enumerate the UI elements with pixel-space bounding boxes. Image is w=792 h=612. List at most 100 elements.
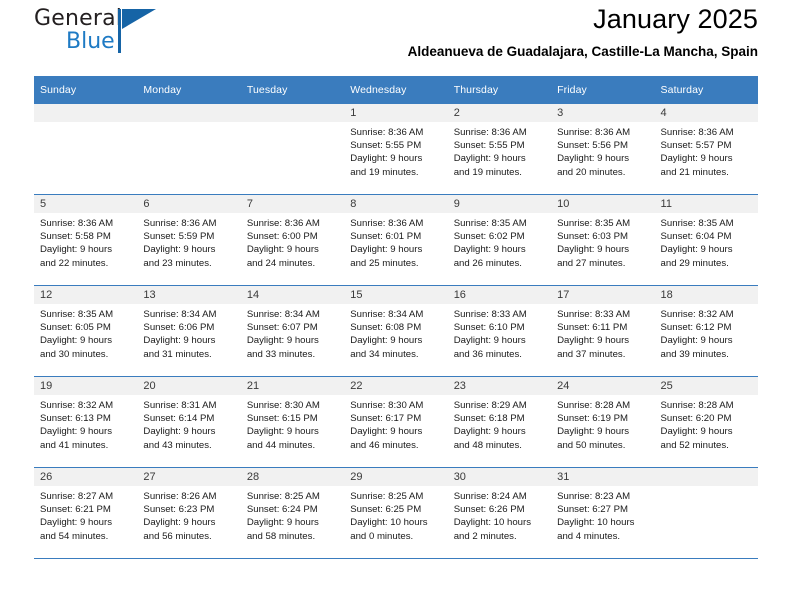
calendar-week-row: 1 Sunrise: 8:36 AM Sunset: 5:55 PM Daylight… — [34, 104, 758, 195]
day-details: Sunrise: 8:36 AM Sunset: 5:58 PM Daylight:… — [34, 213, 137, 270]
daylight-text-line2: and 19 minutes. — [453, 166, 522, 178]
calendar-day-cell[interactable]: 2 Sunrise: 8:36 AM Sunset: 5:55 PM Daylight… — [447, 104, 552, 195]
daylight-text-line1: Daylight: 9 hours — [143, 426, 216, 438]
calendar-day-cell[interactable]: 12 Sunrise: 8:35 AM Sunset: 6:05 PM Dayligh… — [34, 285, 138, 377]
sunrise-text: Sunrise: 8:36 AM — [660, 127, 734, 138]
daylight-text-line1: Daylight: 9 hours — [660, 153, 733, 165]
daylight-text-line1: Daylight: 9 hours — [246, 517, 319, 529]
page-title: January 2025 — [593, 4, 758, 34]
sunset-text: Sunset: 6:27 PM — [557, 504, 629, 516]
day-number: 7 — [240, 195, 345, 213]
day-number: 26 — [34, 468, 138, 486]
sunset-text: Sunset: 6:18 PM — [453, 413, 525, 425]
sunrise-text: Sunrise: 8:36 AM — [143, 218, 217, 229]
day-number: 25 — [654, 377, 758, 395]
sunset-text: Sunset: 6:23 PM — [143, 504, 215, 516]
calendar-day-cell[interactable]: 6 Sunrise: 8:36 AM Sunset: 5:59 PM Daylight… — [137, 194, 241, 286]
daylight-text-line2: and 23 minutes. — [143, 257, 212, 269]
day-details: Sunrise: 8:35 AM Sunset: 6:05 PM Daylight:… — [34, 304, 137, 361]
calendar-day-cell[interactable]: 30 Sunrise: 8:24 AM Sunset: 6:26 PM Dayligh… — [447, 467, 552, 559]
calendar-day-cell[interactable]: 4 Sunrise: 8:36 AM Sunset: 5:57 PM Daylight… — [654, 104, 758, 195]
calendar-day-cell[interactable]: 20 Sunrise: 8:31 AM Sunset: 6:14 PM Dayligh… — [137, 376, 241, 468]
triangle-flag-icon — [122, 9, 156, 29]
daylight-text-line1: Daylight: 9 hours — [40, 335, 112, 347]
sunset-text: Sunset: 6:11 PM — [557, 322, 628, 334]
day-number — [137, 104, 241, 122]
weekday-header-sunday: Sunday — [34, 76, 138, 104]
daylight-text-line2: and 24 minutes. — [246, 257, 316, 269]
sunset-text: Sunset: 6:26 PM — [453, 504, 525, 516]
calendar-day-cell[interactable]: 5 Sunrise: 8:36 AM Sunset: 5:58 PM Daylight… — [34, 194, 138, 286]
general-blue-logo[interactable]: General Blue — [34, 8, 164, 60]
day-number: 22 — [344, 377, 448, 395]
calendar-day-cell[interactable]: 23 Sunrise: 8:29 AM Sunset: 6:18 PM Dayligh… — [447, 376, 552, 468]
day-details: Sunrise: 8:32 AM Sunset: 6:12 PM Daylight:… — [655, 304, 758, 361]
day-number — [240, 104, 345, 122]
sunrise-text: Sunrise: 8:33 AM — [557, 309, 631, 320]
day-details: Sunrise: 8:36 AM Sunset: 5:55 PM Daylight:… — [344, 122, 447, 179]
title-block: January 2025 Aldeanueva de Guadalajara, … — [408, 0, 758, 62]
sunrise-text: Sunrise: 8:35 AM — [660, 218, 734, 229]
calendar-day-cell[interactable]: 3 Sunrise: 8:36 AM Sunset: 5:56 PM Daylight… — [551, 104, 655, 195]
day-details: Sunrise: 8:36 AM Sunset: 5:59 PM Daylight:… — [137, 213, 240, 270]
daylight-text-line1: Daylight: 9 hours — [660, 244, 733, 256]
calendar-day-cell[interactable]: 11 Sunrise: 8:35 AM Sunset: 6:04 PM Dayligh… — [654, 194, 758, 286]
calendar-day-cell[interactable]: 19 Sunrise: 8:32 AM Sunset: 6:13 PM Dayligh… — [34, 376, 138, 468]
calendar-day-cell[interactable]: 28 Sunrise: 8:25 AM Sunset: 6:24 PM Dayligh… — [240, 467, 345, 559]
sunrise-text: Sunrise: 8:34 AM — [350, 309, 424, 320]
day-details: Sunrise: 8:26 AM Sunset: 6:23 PM Daylight:… — [137, 486, 240, 543]
sunrise-text: Sunrise: 8:32 AM — [40, 400, 114, 411]
calendar-day-cell[interactable]: 15 Sunrise: 8:34 AM Sunset: 6:08 PM Dayligh… — [344, 285, 448, 377]
calendar-day-cell[interactable]: 31 Sunrise: 8:23 AM Sunset: 6:27 PM Dayligh… — [551, 467, 655, 559]
calendar-day-cell[interactable]: 16 Sunrise: 8:33 AM Sunset: 6:10 PM Dayligh… — [447, 285, 552, 377]
calendar-day-cell[interactable]: 7 Sunrise: 8:36 AM Sunset: 6:00 PM Daylight… — [240, 194, 345, 286]
calendar-day-cell[interactable]: 27 Sunrise: 8:26 AM Sunset: 6:23 PM Dayligh… — [137, 467, 241, 559]
calendar-day-cell[interactable]: 26 Sunrise: 8:27 AM Sunset: 6:21 PM Dayligh… — [34, 467, 138, 559]
day-number: 29 — [344, 468, 448, 486]
day-details: Sunrise: 8:27 AM Sunset: 6:21 PM Daylight:… — [34, 486, 137, 543]
daylight-text-line2: and 43 minutes. — [143, 439, 212, 451]
day-number: 5 — [34, 195, 138, 213]
daylight-text-line1: Daylight: 9 hours — [143, 244, 216, 256]
calendar-day-cell[interactable]: 29 Sunrise: 8:25 AM Sunset: 6:25 PM Dayligh… — [344, 467, 448, 559]
sunset-text: Sunset: 6:24 PM — [246, 504, 318, 516]
day-details: Sunrise: 8:34 AM Sunset: 6:08 PM Daylight:… — [344, 304, 447, 361]
day-details — [655, 486, 758, 490]
calendar-day-cell[interactable]: 24 Sunrise: 8:28 AM Sunset: 6:19 PM Dayligh… — [551, 376, 655, 468]
daylight-text-line2: and 52 minutes. — [660, 439, 729, 451]
calendar-day-cell[interactable]: 10 Sunrise: 8:35 AM Sunset: 6:03 PM Dayligh… — [551, 194, 655, 286]
calendar-day-cell[interactable]: 1 Sunrise: 8:36 AM Sunset: 5:55 PM Daylight… — [344, 104, 448, 195]
day-details: Sunrise: 8:30 AM Sunset: 6:15 PM Daylight:… — [241, 395, 344, 452]
sunset-text: Sunset: 6:02 PM — [453, 231, 525, 243]
calendar-day-cell[interactable]: 25 Sunrise: 8:28 AM Sunset: 6:20 PM Dayligh… — [654, 376, 758, 468]
calendar-day-cell[interactable]: 21 Sunrise: 8:30 AM Sunset: 6:15 PM Dayligh… — [240, 376, 345, 468]
day-number: 9 — [447, 195, 552, 213]
calendar-day-cell[interactable]: 8 Sunrise: 8:36 AM Sunset: 6:01 PM Daylight… — [344, 194, 448, 286]
day-details: Sunrise: 8:34 AM Sunset: 6:07 PM Daylight:… — [241, 304, 344, 361]
day-details: Sunrise: 8:35 AM Sunset: 6:04 PM Daylight:… — [655, 213, 758, 270]
sunrise-text: Sunrise: 8:30 AM — [350, 400, 424, 411]
daylight-text-line1: Daylight: 9 hours — [246, 426, 319, 438]
sunset-text: Sunset: 6:06 PM — [143, 322, 215, 334]
daylight-text-line1: Daylight: 9 hours — [557, 426, 630, 438]
sunrise-text: Sunrise: 8:35 AM — [453, 218, 527, 229]
calendar-day-cell[interactable]: 13 Sunrise: 8:34 AM Sunset: 6:06 PM Dayligh… — [137, 285, 241, 377]
calendar-day-cell[interactable]: 17 Sunrise: 8:33 AM Sunset: 6:11 PM Dayligh… — [551, 285, 655, 377]
day-number: 4 — [654, 104, 758, 122]
calendar-week-row: 5 Sunrise: 8:36 AM Sunset: 5:58 PM Daylight… — [34, 194, 758, 286]
day-number: 17 — [551, 286, 655, 304]
daylight-text-line1: Daylight: 9 hours — [350, 335, 423, 347]
calendar-week-row: 19 Sunrise: 8:32 AM Sunset: 6:13 PM Dayligh… — [34, 376, 758, 468]
day-number: 30 — [447, 468, 552, 486]
daylight-text-line1: Daylight: 9 hours — [660, 426, 733, 438]
calendar-day-cell[interactable]: 18 Sunrise: 8:32 AM Sunset: 6:12 PM Dayligh… — [654, 285, 758, 377]
sunset-text: Sunset: 6:08 PM — [350, 322, 422, 334]
sunset-text: Sunset: 6:20 PM — [660, 413, 732, 425]
daylight-text-line1: Daylight: 9 hours — [246, 244, 319, 256]
calendar-day-cell[interactable]: 14 Sunrise: 8:34 AM Sunset: 6:07 PM Dayligh… — [240, 285, 345, 377]
calendar-day-cell[interactable]: 22 Sunrise: 8:30 AM Sunset: 6:17 PM Dayligh… — [344, 376, 448, 468]
sunrise-text: Sunrise: 8:26 AM — [143, 491, 217, 502]
calendar-day-cell[interactable]: 9 Sunrise: 8:35 AM Sunset: 6:02 PM Daylight… — [447, 194, 552, 286]
daylight-text-line2: and 46 minutes. — [350, 439, 419, 451]
day-number: 18 — [654, 286, 758, 304]
